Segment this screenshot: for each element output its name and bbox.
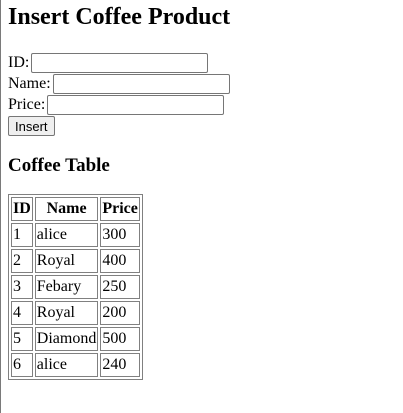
cell-id: 1 [11,223,33,247]
cell-price: 400 [100,249,140,273]
table-row: 4 Royal 200 [11,301,140,325]
cell-name: alice [34,353,99,377]
cell-price: 200 [100,301,140,325]
window-left-edge [0,0,1,413]
page-content: Insert Coffee Product ID: Name: Price: I… [8,0,230,380]
cell-price: 240 [100,353,140,377]
cell-id: 3 [11,275,33,299]
table-row: 6 alice 240 [11,353,140,377]
id-label: ID: [8,53,30,71]
cell-name: Royal [34,301,99,325]
cell-price: 300 [100,223,140,247]
price-label: Price: [8,95,46,113]
cell-name: alice [34,223,99,247]
cell-name: Royal [34,249,99,273]
insert-button[interactable]: Insert [8,116,55,136]
table-row: 1 alice 300 [11,223,140,247]
id-input[interactable] [31,52,209,73]
price-input[interactable] [47,94,225,115]
name-label: Name: [8,74,51,92]
cell-name: Febary [34,275,99,299]
header-name: Name [34,197,99,221]
table-row: 2 Royal 400 [11,249,140,273]
table-heading: Coffee Table [8,155,110,176]
name-input[interactable] [52,73,230,94]
cell-id: 6 [11,353,33,377]
page-title: Insert Coffee Product [8,4,231,30]
cell-id: 2 [11,249,33,273]
cell-id: 5 [11,327,33,351]
cell-price: 500 [100,327,140,351]
insert-coffee-form: ID: Name: Price: Insert [8,52,230,136]
header-price: Price [100,197,140,221]
cell-price: 250 [100,275,140,299]
coffee-table: ID Name Price 1 alice 300 2 Royal 400 3 … [8,194,143,380]
cell-id: 4 [11,301,33,325]
name-row: Name: [8,73,230,94]
table-header-row: ID Name Price [11,197,140,221]
id-row: ID: [8,52,230,73]
header-id: ID [11,197,33,221]
table-row: 3 Febary 250 [11,275,140,299]
table-row: 5 Diamond 500 [11,327,140,351]
cell-name: Diamond [34,327,99,351]
price-row: Price: [8,94,230,115]
